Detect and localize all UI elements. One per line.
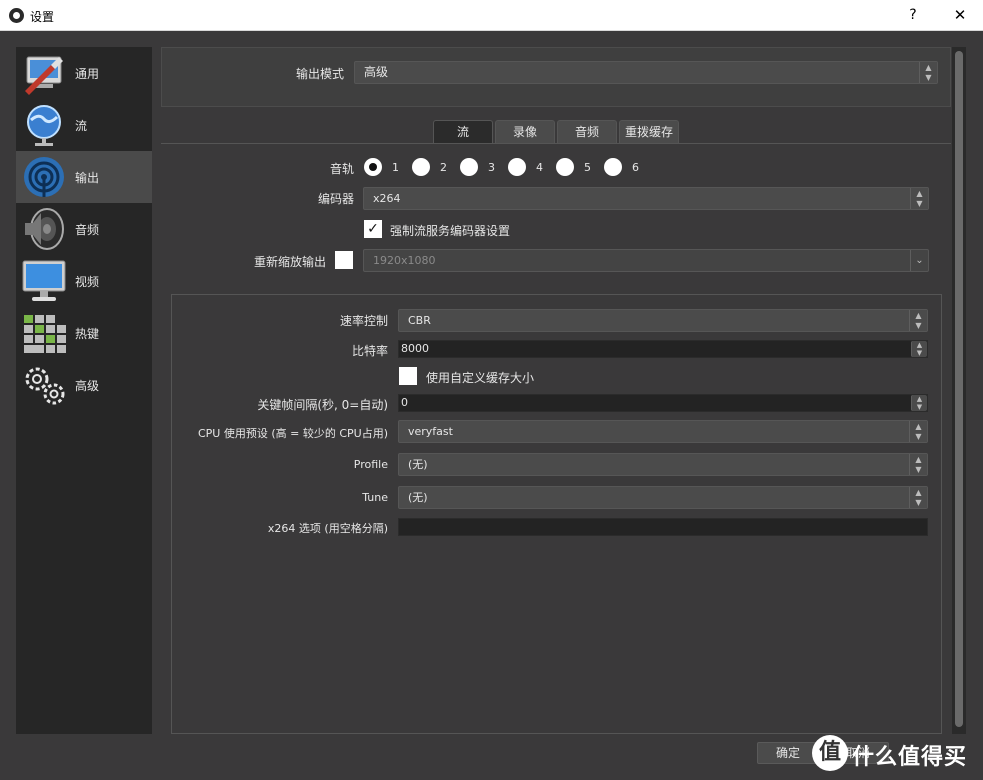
enforce-encoder-label: 强制流服务编码器设置 [390,224,511,238]
profile-select[interactable]: (无) ▲ ▼ [398,453,928,476]
tab-replay-buffer[interactable]: 重拨缓存 [619,120,679,143]
track-radio-4[interactable] [508,158,526,176]
chevron-down-icon: ⌄ [910,250,928,271]
title-bar: 设置 ? ✕ [0,0,983,31]
tab-stream[interactable]: 流 [433,120,493,143]
sidebar-item-label: 流 [75,119,88,133]
sidebar-item-audio[interactable]: 音频 [16,203,152,255]
track-label-6: 6 [632,161,639,174]
track-label-4: 4 [536,161,543,174]
tab-audio[interactable]: 音频 [557,120,617,143]
sidebar-item-stream[interactable]: 流 [16,99,152,151]
site-watermark: 值 什么值得买 [812,735,983,773]
cpu-preset-value: veryfast [408,425,453,438]
updown-arrows-icon: ▲ ▼ [909,310,927,331]
output-antenna-icon [24,157,64,197]
sidebar-item-label: 热键 [75,327,100,341]
bitrate-value: 8000 [401,342,429,355]
help-button[interactable]: ? [903,5,923,25]
general-settings-icon [25,56,63,95]
sidebar-item-output[interactable]: 输出 [16,151,152,203]
encoder-value: x264 [373,192,401,205]
updown-arrows-icon: ▲ ▼ [909,454,927,475]
ok-button[interactable]: 确定 [757,742,819,764]
encoder-settings-panel [171,294,942,734]
updown-arrows-icon: ▲ ▼ [909,421,927,442]
vertical-scrollbar[interactable] [952,47,966,734]
monitor-icon [22,260,66,301]
rescale-label: 重新缩放输出 [253,255,326,269]
rate-control-label: 速率控制 [339,314,388,328]
output-mode-select[interactable]: 高级 ▲ ▼ [354,61,938,84]
sidebar-item-video[interactable]: 视频 [16,255,152,307]
x264-options-label: x264 选项 (用空格分隔) [267,522,388,535]
window-title: 设置 [30,10,55,24]
keyboard-icon [24,315,66,353]
keyframe-interval-value: 0 [401,396,408,409]
updown-arrows-icon: ▲ ▼ [910,188,928,209]
sidebar-item-hotkeys[interactable]: 热键 [16,307,152,359]
custom-buffer-label: 使用自定义缓存大小 [426,371,535,385]
rescale-value: 1920x1080 [373,254,436,267]
stream-globe-icon [27,105,61,146]
bitrate-label: 比特率 [351,344,388,358]
track-label-1: 1 [392,161,399,174]
track-label-5: 5 [584,161,591,174]
track-radio-5[interactable] [556,158,574,176]
spinbox-arrows-icon[interactable]: ▲ ▼ [911,395,927,411]
rate-control-value: CBR [408,314,431,327]
updown-arrows-icon: ▲ ▼ [919,62,937,83]
keyframe-interval-input[interactable]: 0 ▲ ▼ [398,394,928,412]
audio-track-label: 音轨 [329,162,354,176]
output-mode-value: 高级 [364,65,389,79]
sidebar-item-label: 视频 [75,275,100,289]
rescale-checkbox[interactable] [335,251,353,269]
bitrate-input[interactable]: 8000 ▲ ▼ [398,340,928,358]
track-radio-3[interactable] [460,158,478,176]
custom-buffer-checkbox[interactable] [399,367,417,385]
watermark-badge: 值 [812,735,848,771]
tune-select[interactable]: (无) ▲ ▼ [398,486,928,509]
encoder-select[interactable]: x264 ▲ ▼ [363,187,929,210]
gears-icon [25,367,65,405]
spinbox-arrows-icon[interactable]: ▲ ▼ [911,341,927,357]
keyframe-interval-label: 关键帧间隔(秒, 0=自动) [257,398,388,412]
sidebar-item-general[interactable]: 通用 [16,47,152,99]
cpu-preset-select[interactable]: veryfast ▲ ▼ [398,420,928,443]
tab-recording[interactable]: 录像 [495,120,555,143]
encoder-label: 编码器 [317,192,354,206]
track-radio-6[interactable] [604,158,622,176]
sidebar-item-label: 高级 [75,379,100,393]
rate-control-select[interactable]: CBR ▲ ▼ [398,309,928,332]
sidebar-item-label: 通用 [75,67,100,81]
tune-value: (无) [408,491,428,504]
track-label-2: 2 [440,161,447,174]
rescale-resolution-select[interactable]: 1920x1080 ⌄ [363,249,929,272]
tune-label: Tune [362,491,388,504]
obs-app-icon [9,8,24,23]
updown-arrows-icon: ▲ ▼ [909,487,927,508]
track-label-3: 3 [488,161,495,174]
sidebar-item-label: 音频 [75,223,100,237]
sidebar-item-advanced[interactable]: 高级 [16,359,152,411]
settings-sidebar: 通用 流 输出 音频 视频 热键 高级 [16,47,152,734]
output-mode-label: 输出模式 [295,67,344,81]
close-button[interactable]: ✕ [950,5,970,25]
scrollbar-thumb[interactable] [955,51,963,727]
sidebar-item-label: 输出 [75,171,100,185]
tab-divider [161,143,951,144]
profile-label: Profile [353,458,388,471]
track-radio-1[interactable] [364,158,382,176]
watermark-text: 什么值得买 [852,745,968,770]
enforce-encoder-checkbox[interactable]: ✓ [364,220,382,238]
speaker-icon [25,208,64,250]
x264-options-input[interactable] [398,518,928,536]
profile-value: (无) [408,458,428,471]
cpu-preset-label: CPU 使用预设 (高 = 较少的 CPU占用) [197,427,388,440]
track-radio-2[interactable] [412,158,430,176]
